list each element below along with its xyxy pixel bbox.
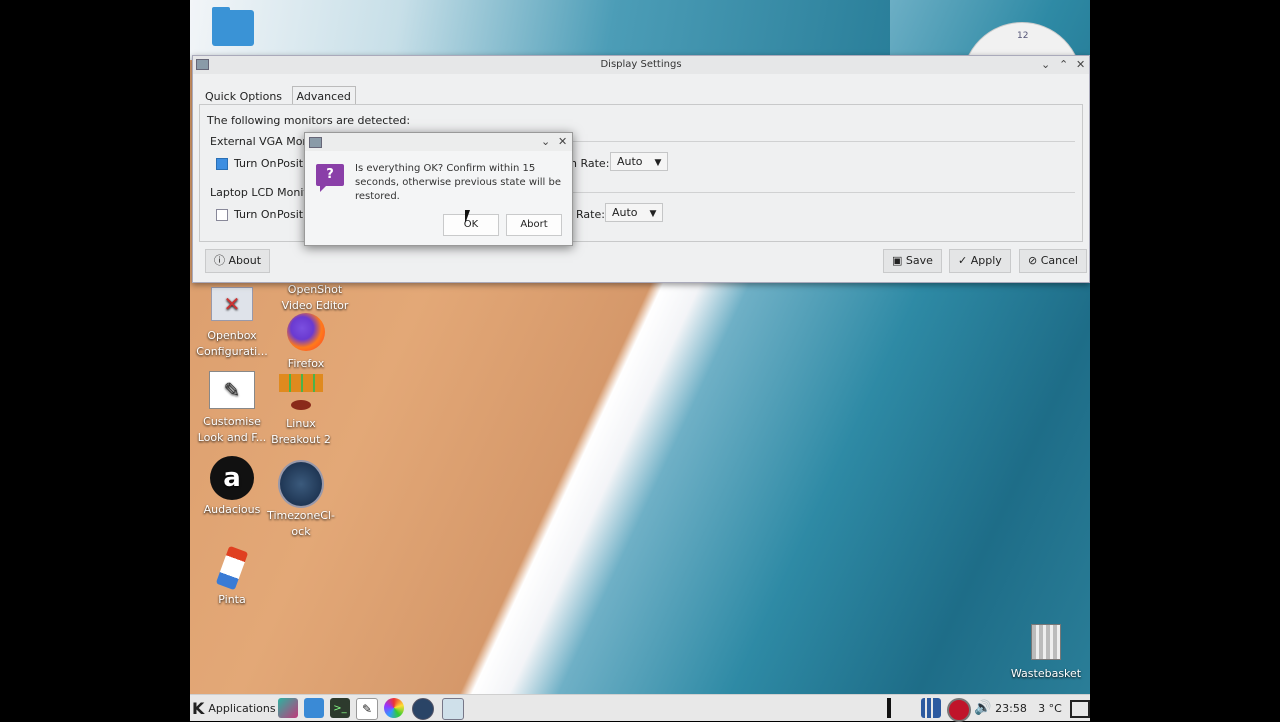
tab-bar: Quick Options Advanced — [201, 86, 358, 106]
dropdown-arrow-icon: ▼ — [649, 209, 657, 219]
cancel-button[interactable]: ⊘ Cancel — [1019, 249, 1087, 273]
wallpaper-wave — [190, 0, 890, 60]
folder-icon[interactable] — [212, 7, 254, 46]
openshot-label: OpenShot Video Editor — [281, 283, 349, 312]
confirm-dialog: ⌄ ✕ ? Is everything OK? Confirm within 1… — [304, 132, 573, 246]
refresh-label-vga: h Rate: — [570, 157, 610, 170]
pinta-label: Pinta — [218, 593, 246, 606]
turn-on-label: Turn On — [234, 208, 277, 221]
brush-icon: ✎ — [209, 370, 255, 410]
tab-advanced[interactable]: Advanced — [291, 86, 356, 106]
clock-icon — [278, 460, 324, 508]
apply-button[interactable]: ✓ Apply — [949, 249, 1011, 273]
position-label-lcd: Positi — [277, 208, 307, 221]
save-button[interactable]: ▣ Save — [883, 249, 942, 273]
checkbox-checked-icon — [216, 158, 228, 170]
save-icon: ▣ — [892, 254, 906, 267]
monitor-name-lcd: Laptop LCD Monitor — [210, 186, 319, 199]
wastebasket-label: Wastebasket — [1010, 667, 1082, 680]
dialog-minimize-icon[interactable]: ⌄ — [541, 135, 550, 148]
customise-label: Customise Look and F... — [197, 415, 267, 444]
applications-label: Applications — [208, 701, 276, 715]
turn-on-checkbox-lcd[interactable]: Turn On — [216, 208, 276, 221]
kde-logo-icon: K — [192, 698, 205, 718]
clock-hour-mark: 12 — [1017, 31, 1029, 41]
network-icon[interactable] — [921, 698, 941, 718]
info-icon: ⓘ — [214, 254, 229, 267]
desktop-icon-wastebasket[interactable]: Wastebasket — [1006, 622, 1086, 682]
detected-text: The following monitors are detected: — [207, 114, 411, 127]
desktop-icon-openshot[interactable]: OpenShot Video Editor — [275, 282, 355, 314]
clock-time[interactable]: 23:58 — [995, 698, 1027, 718]
tools-icon: ✕ — [209, 284, 255, 324]
firefox-label: Firefox — [287, 357, 325, 370]
weather-readout[interactable]: 3 °C — [1030, 698, 1070, 718]
refresh-value: Auto — [617, 155, 643, 168]
desktop-icon-timezone-clock[interactable]: TimezoneCl- ock — [261, 460, 341, 540]
dialog-titlebar[interactable]: ⌄ ✕ — [305, 133, 572, 151]
checkbox-unchecked-icon — [216, 209, 228, 221]
position-label-vga: Positi — [277, 157, 307, 170]
firefox-icon — [283, 312, 329, 352]
desktop-icon-audacious[interactable]: a Audacious — [192, 456, 272, 518]
apply-label: Apply — [970, 254, 1002, 267]
turn-on-checkbox-vga[interactable]: Turn On — [216, 157, 276, 170]
dialog-app-icon — [309, 137, 322, 148]
trash-icon — [1023, 622, 1069, 662]
taskbar-color-icon[interactable] — [384, 698, 404, 718]
breakout-label: Linux Breakout 2 — [271, 417, 331, 446]
taskbar-display-icon[interactable] — [442, 698, 464, 720]
timezone-clock-label: TimezoneCl- ock — [267, 509, 335, 538]
taskbar-clock-icon[interactable] — [412, 698, 434, 720]
desktop-icon-openbox-config[interactable]: ✕ Openbox Configurati... — [192, 284, 272, 360]
show-desktop-icon[interactable] — [1070, 700, 1090, 718]
cancel-icon: ⊘ — [1028, 254, 1041, 267]
refresh-value: Auto — [612, 206, 638, 219]
minimize-icon[interactable]: ⌄ — [1041, 56, 1050, 74]
taskbar-editor-icon[interactable]: ✎ — [356, 698, 378, 720]
volume-icon[interactable]: 🔊 — [974, 698, 992, 718]
tray-separator — [887, 698, 891, 718]
applications-menu[interactable]: K Applications — [192, 698, 278, 718]
taskbar: K Applications >_ ✎ 🔊 23:58 3 °C — [190, 694, 1090, 722]
openbox-config-label: Openbox Configurati... — [196, 329, 268, 358]
cancel-label: Cancel — [1040, 254, 1078, 267]
turn-on-label: Turn On — [234, 157, 277, 170]
mouse-cursor-icon — [465, 210, 475, 224]
maximize-icon[interactable]: ⌃ — [1059, 56, 1068, 74]
taskbar-terminal-icon[interactable]: >_ — [330, 698, 350, 718]
save-label: Save — [905, 254, 933, 267]
taskbar-settings-icon[interactable] — [278, 698, 298, 718]
breakout-icon — [278, 372, 324, 412]
audacious-label: Audacious — [203, 503, 261, 516]
question-icon: ? — [316, 164, 344, 192]
about-button[interactable]: ⓘ About — [205, 249, 271, 273]
dialog-close-icon[interactable]: ✕ — [558, 135, 567, 148]
desktop-icon-firefox[interactable]: Firefox — [266, 312, 346, 372]
dropdown-arrow-icon: ▼ — [654, 158, 662, 168]
refresh-rate-select-lcd[interactable]: Auto ▼ — [605, 203, 664, 222]
window-titlebar[interactable]: Display Settings ⌄ ⌃ ✕ — [193, 56, 1089, 74]
refresh-label-lcd: Rate: — [576, 208, 605, 221]
checkmark-icon: ✓ — [958, 254, 971, 267]
paint-tube-icon — [209, 545, 255, 591]
about-label: About — [228, 254, 262, 267]
audacious-icon: a — [209, 456, 255, 500]
desktop-icon-linux-breakout[interactable]: Linux Breakout 2 — [261, 372, 341, 448]
dialog-message: Is everything OK? Confirm within 15 seco… — [355, 163, 562, 202]
abort-button[interactable]: Abort — [506, 214, 562, 236]
close-icon[interactable]: ✕ — [1076, 56, 1085, 74]
window-app-icon — [196, 59, 209, 70]
refresh-rate-select-vga[interactable]: Auto ▼ — [610, 152, 669, 171]
desktop-icon-customise[interactable]: ✎ Customise Look and F... — [192, 370, 272, 446]
window-title: Display Settings — [600, 59, 682, 70]
taskbar-file-manager-icon[interactable] — [304, 698, 324, 718]
record-icon[interactable] — [947, 698, 971, 722]
desktop-icon-pinta[interactable]: Pinta — [192, 545, 272, 608]
